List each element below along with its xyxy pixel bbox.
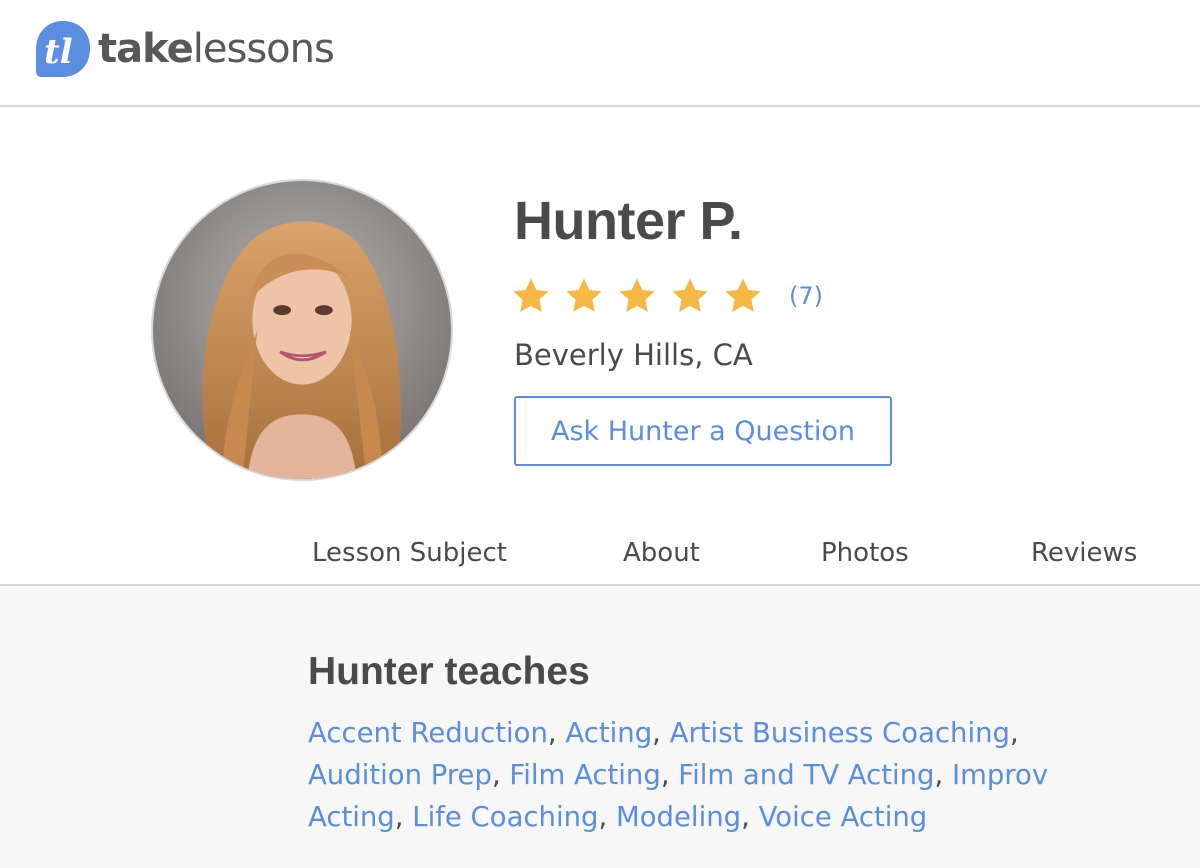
subject-separator: , (934, 759, 952, 791)
subject-separator: , (547, 717, 566, 749)
tab-photos[interactable]: Photos (821, 538, 909, 568)
star-rating: (7) (510, 276, 823, 316)
ask-question-button[interactable]: Ask Hunter a Question (514, 396, 892, 466)
subject-list: Accent Reduction, Acting, Artist Busines… (308, 712, 1108, 838)
star-icon (566, 278, 602, 312)
star-icon (672, 278, 708, 312)
logo-wordmark: takelessons (98, 26, 335, 72)
star-icon (619, 278, 655, 312)
logo-wordmark-bold: take (98, 26, 194, 72)
svg-text:tl: tl (44, 32, 73, 72)
subject-separator: , (741, 801, 759, 833)
subject-link[interactable]: Film and TV Acting (678, 759, 934, 791)
subject-link[interactable]: Accent Reduction (308, 717, 548, 749)
subject-separator: , (1010, 717, 1019, 749)
profile-tabs: Lesson Subject About Photos Reviews (0, 520, 1200, 591)
subject-link[interactable]: Voice Acting (759, 801, 928, 833)
site-header: tl takelessons (0, 0, 1200, 107)
subject-link[interactable]: Acting (565, 717, 652, 749)
subject-separator: , (652, 717, 670, 749)
tab-about[interactable]: About (623, 538, 700, 568)
subject-separator: , (394, 801, 413, 833)
star-icon (725, 278, 761, 312)
subject-link[interactable]: Modeling (616, 801, 741, 833)
review-count-link[interactable]: (7) (789, 282, 823, 310)
takelessons-logo-icon: tl (36, 21, 90, 77)
logo-wordmark-light: lessons (192, 26, 335, 72)
teacher-name: Hunter P. (514, 191, 743, 251)
takelessons-logo[interactable]: tl takelessons (34, 18, 335, 80)
lesson-subject-panel: Hunter teaches Accent Reduction, Acting,… (0, 586, 1200, 868)
teacher-avatar-photo (153, 181, 451, 479)
subject-separator: , (598, 801, 616, 833)
teacher-location: Beverly Hills, CA (514, 338, 753, 372)
teacher-avatar (151, 179, 453, 481)
subject-link[interactable]: Artist Business Coaching (670, 717, 1010, 749)
star-icon (513, 278, 549, 312)
subject-separator: , (491, 759, 510, 791)
tab-reviews[interactable]: Reviews (1031, 538, 1137, 568)
subject-separator: , (660, 759, 679, 791)
teaches-heading: Hunter teaches (308, 650, 590, 693)
subject-link[interactable]: Film Acting (509, 759, 660, 791)
subject-link[interactable]: Life Coaching (412, 801, 598, 833)
tab-lesson-subject[interactable]: Lesson Subject (308, 538, 511, 591)
subject-link[interactable]: Audition Prep (308, 759, 492, 791)
